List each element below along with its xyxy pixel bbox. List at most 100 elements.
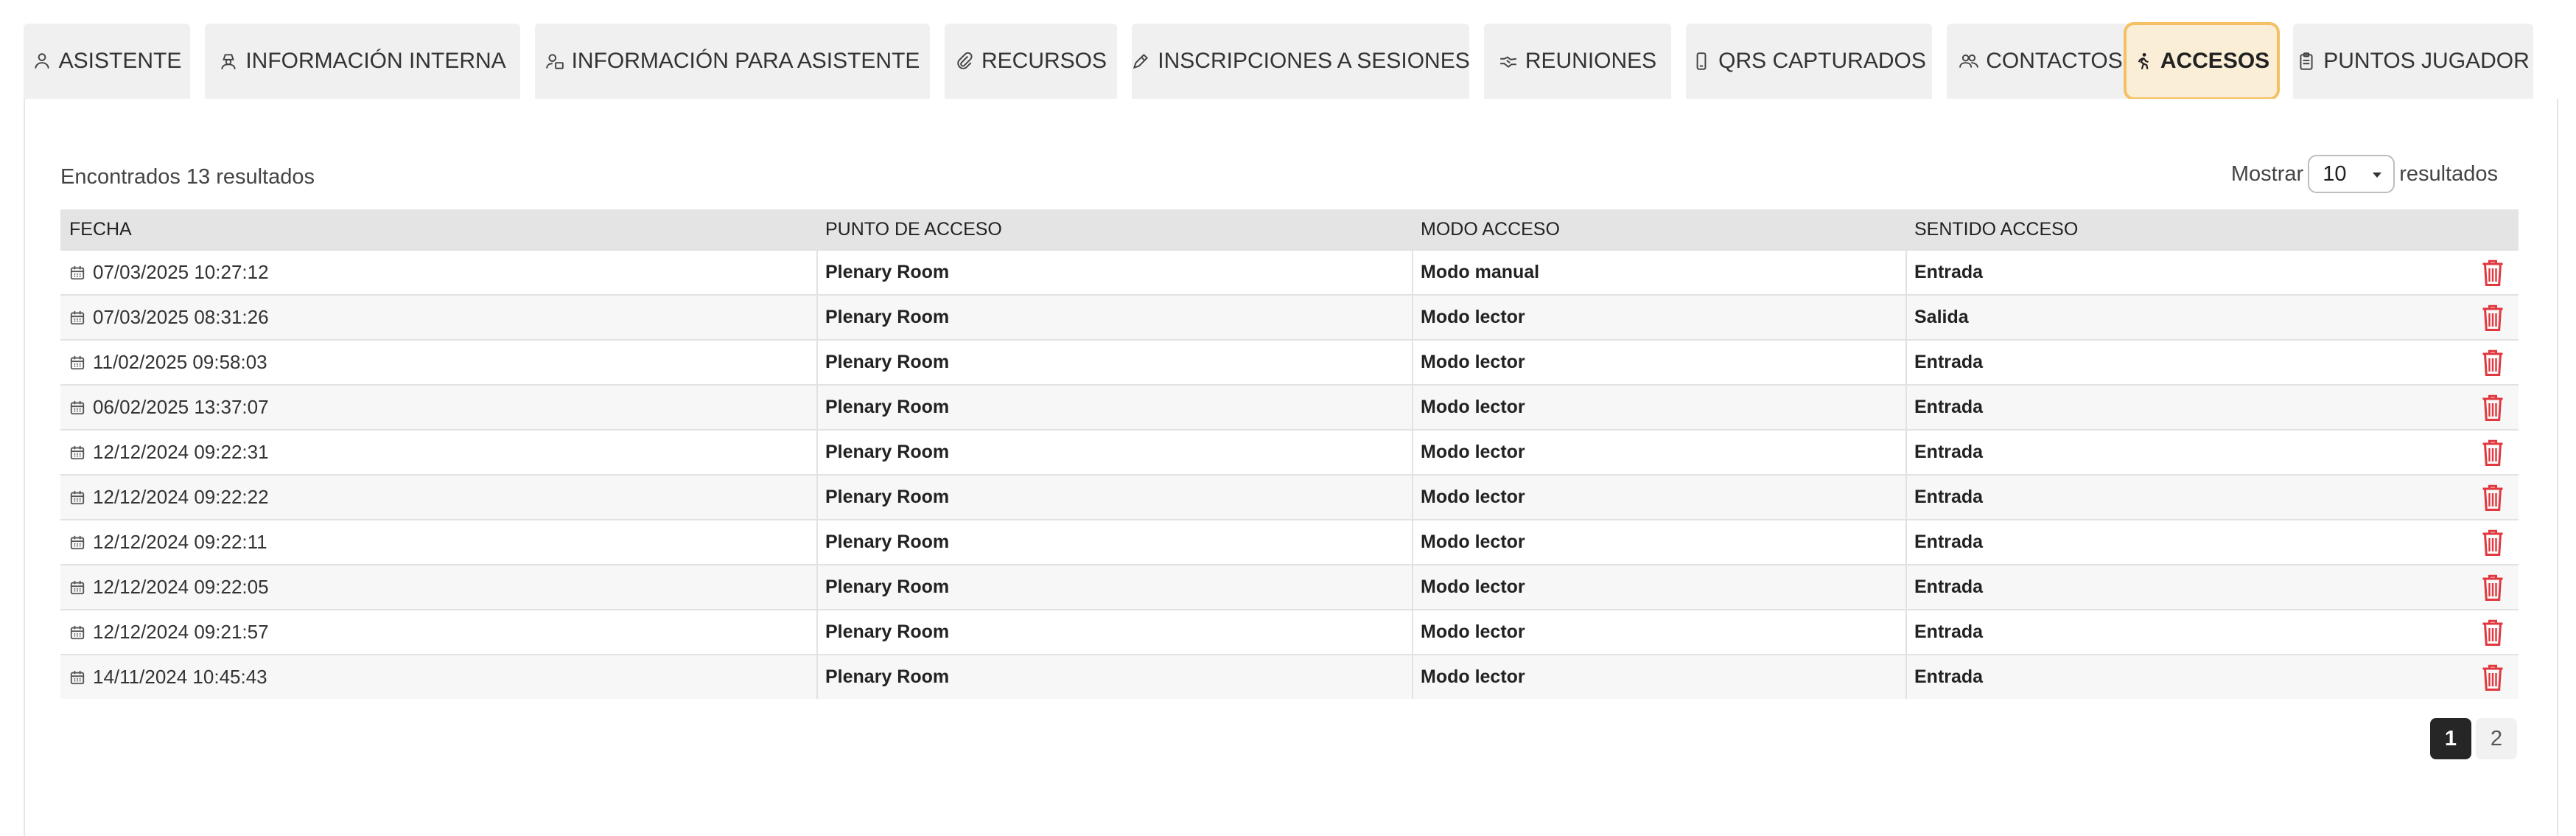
trash-icon[interactable] <box>2479 618 2506 647</box>
calendar-icon <box>69 669 85 686</box>
tab-label: INFORMACIÓN INTERNA <box>245 49 506 73</box>
pen-icon <box>1133 53 1149 69</box>
cell-sentido-acceso: Salida <box>1914 307 1969 327</box>
cell-modo-acceso: Modo manual <box>1421 262 1540 282</box>
cell-punto-acceso: Plenary Room <box>825 487 950 507</box>
table-row: 12/12/2024 09:22:05 Plenary Room Modo lect… <box>60 564 2519 609</box>
cell-modo-acceso: Modo lector <box>1421 307 1525 327</box>
table-row: 12/12/2024 09:21:57 Plenary Room Modo lect… <box>60 609 2519 654</box>
tab-reuniones[interactable]: REUNIONES <box>1484 24 1671 99</box>
tab-label: REUNIONES <box>1525 49 1657 73</box>
cell-punto-acceso: Plenary Room <box>825 307 950 327</box>
tab-asistente[interactable]: ASISTENTE <box>24 24 190 99</box>
cell-fecha: 12/12/2024 09:22:22 <box>93 486 269 508</box>
trash-icon[interactable] <box>2479 438 2506 467</box>
tab-informacion-asistente[interactable]: INFORMACIÓN PARA ASISTENTE <box>535 24 930 99</box>
table-row: 12/12/2024 09:22:22 Plenary Room Modo lect… <box>60 474 2519 519</box>
tab-label: ACCESOS <box>2160 49 2270 73</box>
cell-fecha: 07/03/2025 08:31:26 <box>93 306 269 328</box>
header-fecha[interactable]: FECHA <box>69 219 132 240</box>
cell-sentido-acceso: Entrada <box>1914 577 1984 597</box>
cell-fecha: 07/03/2025 10:27:12 <box>93 261 269 283</box>
trash-icon[interactable] <box>2479 663 2506 692</box>
pagination: 1 2 <box>2430 718 2517 759</box>
trash-icon[interactable] <box>2479 483 2506 512</box>
cell-punto-acceso: Plenary Room <box>825 577 950 597</box>
tab-label: CONTACTOS <box>1986 49 2123 73</box>
cell-punto-acceso: Plenary Room <box>825 262 950 282</box>
user-info-icon <box>545 54 564 69</box>
cell-punto-acceso: Plenary Room <box>825 621 950 642</box>
results-count: Encontrados 13 resultados <box>60 165 315 189</box>
calendar-icon <box>69 579 85 596</box>
person-icon <box>34 53 49 69</box>
cell-modo-acceso: Modo lector <box>1421 397 1525 417</box>
page-size-control: Mostrar 10 resultados <box>2231 155 2498 193</box>
page-size-select[interactable]: 10 <box>2308 155 2395 193</box>
cell-modo-acceso: Modo lector <box>1421 442 1525 462</box>
tab-inscripciones[interactable]: INSCRIPCIONES A SESIONES <box>1132 24 1470 99</box>
calendar-icon <box>69 265 85 281</box>
table-row: 12/12/2024 09:22:11 Plenary Room Modo lect… <box>60 519 2519 564</box>
tab-qrs-capturados[interactable]: QRS CAPTURADOS <box>1686 24 1932 99</box>
tab-recursos[interactable]: RECURSOS <box>945 24 1117 99</box>
table-row: 07/03/2025 10:27:12 Plenary Room Modo manu… <box>60 249 2519 294</box>
walking-icon <box>2138 52 2149 70</box>
paperclip-icon <box>957 52 973 69</box>
cell-modo-acceso: Modo lector <box>1421 577 1525 597</box>
trash-icon[interactable] <box>2479 348 2506 377</box>
calendar-icon <box>69 445 85 461</box>
cell-punto-acceso: Plenary Room <box>825 352 950 372</box>
tab-label: ASISTENTE <box>58 49 182 73</box>
user-secret-icon <box>221 54 236 69</box>
cell-sentido-acceso: Entrada <box>1914 666 1984 687</box>
tab-label: RECURSOS <box>981 49 1107 73</box>
accesos-table: FECHA PUNTO DE ACCESO MODO ACCESO SENTID… <box>60 209 2519 699</box>
cell-fecha: 14/11/2024 10:45:43 <box>93 666 267 688</box>
table-row: 14/11/2024 10:45:43 Plenary Room Modo lect… <box>60 654 2519 699</box>
page-button-1[interactable]: 1 <box>2430 718 2471 759</box>
calendar-icon <box>69 490 85 506</box>
page-size-value: 10 <box>2323 161 2347 186</box>
cell-punto-acceso: Plenary Room <box>825 666 950 687</box>
cell-punto-acceso: Plenary Room <box>825 397 950 417</box>
page-size-label-before: Mostrar <box>2230 161 2304 186</box>
tab-puntos-jugador[interactable]: PUNTOS JUGADOR <box>2293 24 2533 99</box>
cell-sentido-acceso: Entrada <box>1914 621 1984 642</box>
page-size-label-after: resultados <box>2399 161 2498 186</box>
trash-icon[interactable] <box>2479 528 2506 557</box>
header-modo-acceso[interactable]: MODO ACCESO <box>1421 219 1560 240</box>
calendar-icon <box>69 624 85 641</box>
tab-label: QRS CAPTURADOS <box>1718 49 1926 73</box>
tab-informacion-interna[interactable]: INFORMACIÓN INTERNA <box>205 24 520 99</box>
table-row: 12/12/2024 09:22:31 Plenary Room Modo lect… <box>60 429 2519 474</box>
cell-modo-acceso: Modo lector <box>1421 666 1525 687</box>
table-header: FECHA PUNTO DE ACCESO MODO ACCESO SENTID… <box>60 209 2519 249</box>
cell-modo-acceso: Modo lector <box>1421 487 1525 507</box>
calendar-icon <box>69 355 85 371</box>
tab-contactos[interactable]: CONTACTOS <box>1947 24 2135 99</box>
cell-modo-acceso: Modo lector <box>1421 352 1525 372</box>
header-punto-acceso[interactable]: PUNTO DE ACCESO <box>825 219 1002 240</box>
cell-sentido-acceso: Entrada <box>1914 397 1984 417</box>
mobile-icon <box>1696 52 1707 70</box>
table-row: 06/02/2025 13:37:07 Plenary Room Modo lect… <box>60 384 2519 429</box>
trash-icon[interactable] <box>2479 393 2506 422</box>
cell-punto-acceso: Plenary Room <box>825 532 950 552</box>
trash-icon[interactable] <box>2479 258 2506 288</box>
tab-accesos[interactable]: ACCESOS <box>2124 22 2280 100</box>
cell-fecha: 06/02/2025 13:37:07 <box>93 396 269 418</box>
header-sentido-acceso[interactable]: SENTIDO ACCESO <box>1914 219 2078 240</box>
trash-icon[interactable] <box>2479 303 2506 332</box>
cell-punto-acceso: Plenary Room <box>825 442 950 462</box>
tab-label: INSCRIPCIONES A SESIONES <box>1158 49 1470 73</box>
trash-icon[interactable] <box>2479 573 2506 602</box>
cell-fecha: 12/12/2024 09:22:31 <box>93 441 269 463</box>
cell-fecha: 11/02/2025 09:58:03 <box>93 351 267 373</box>
tab-bar: ASISTENTE INFORMACIÓN INTERNA INFORMACIÓ… <box>24 22 2558 100</box>
page-button-2[interactable]: 2 <box>2476 718 2517 759</box>
users-icon <box>1959 54 1979 68</box>
cell-sentido-acceso: Entrada <box>1914 262 1984 282</box>
tab-label: PUNTOS JUGADOR <box>2323 49 2530 73</box>
caret-down-icon <box>2373 173 2382 178</box>
